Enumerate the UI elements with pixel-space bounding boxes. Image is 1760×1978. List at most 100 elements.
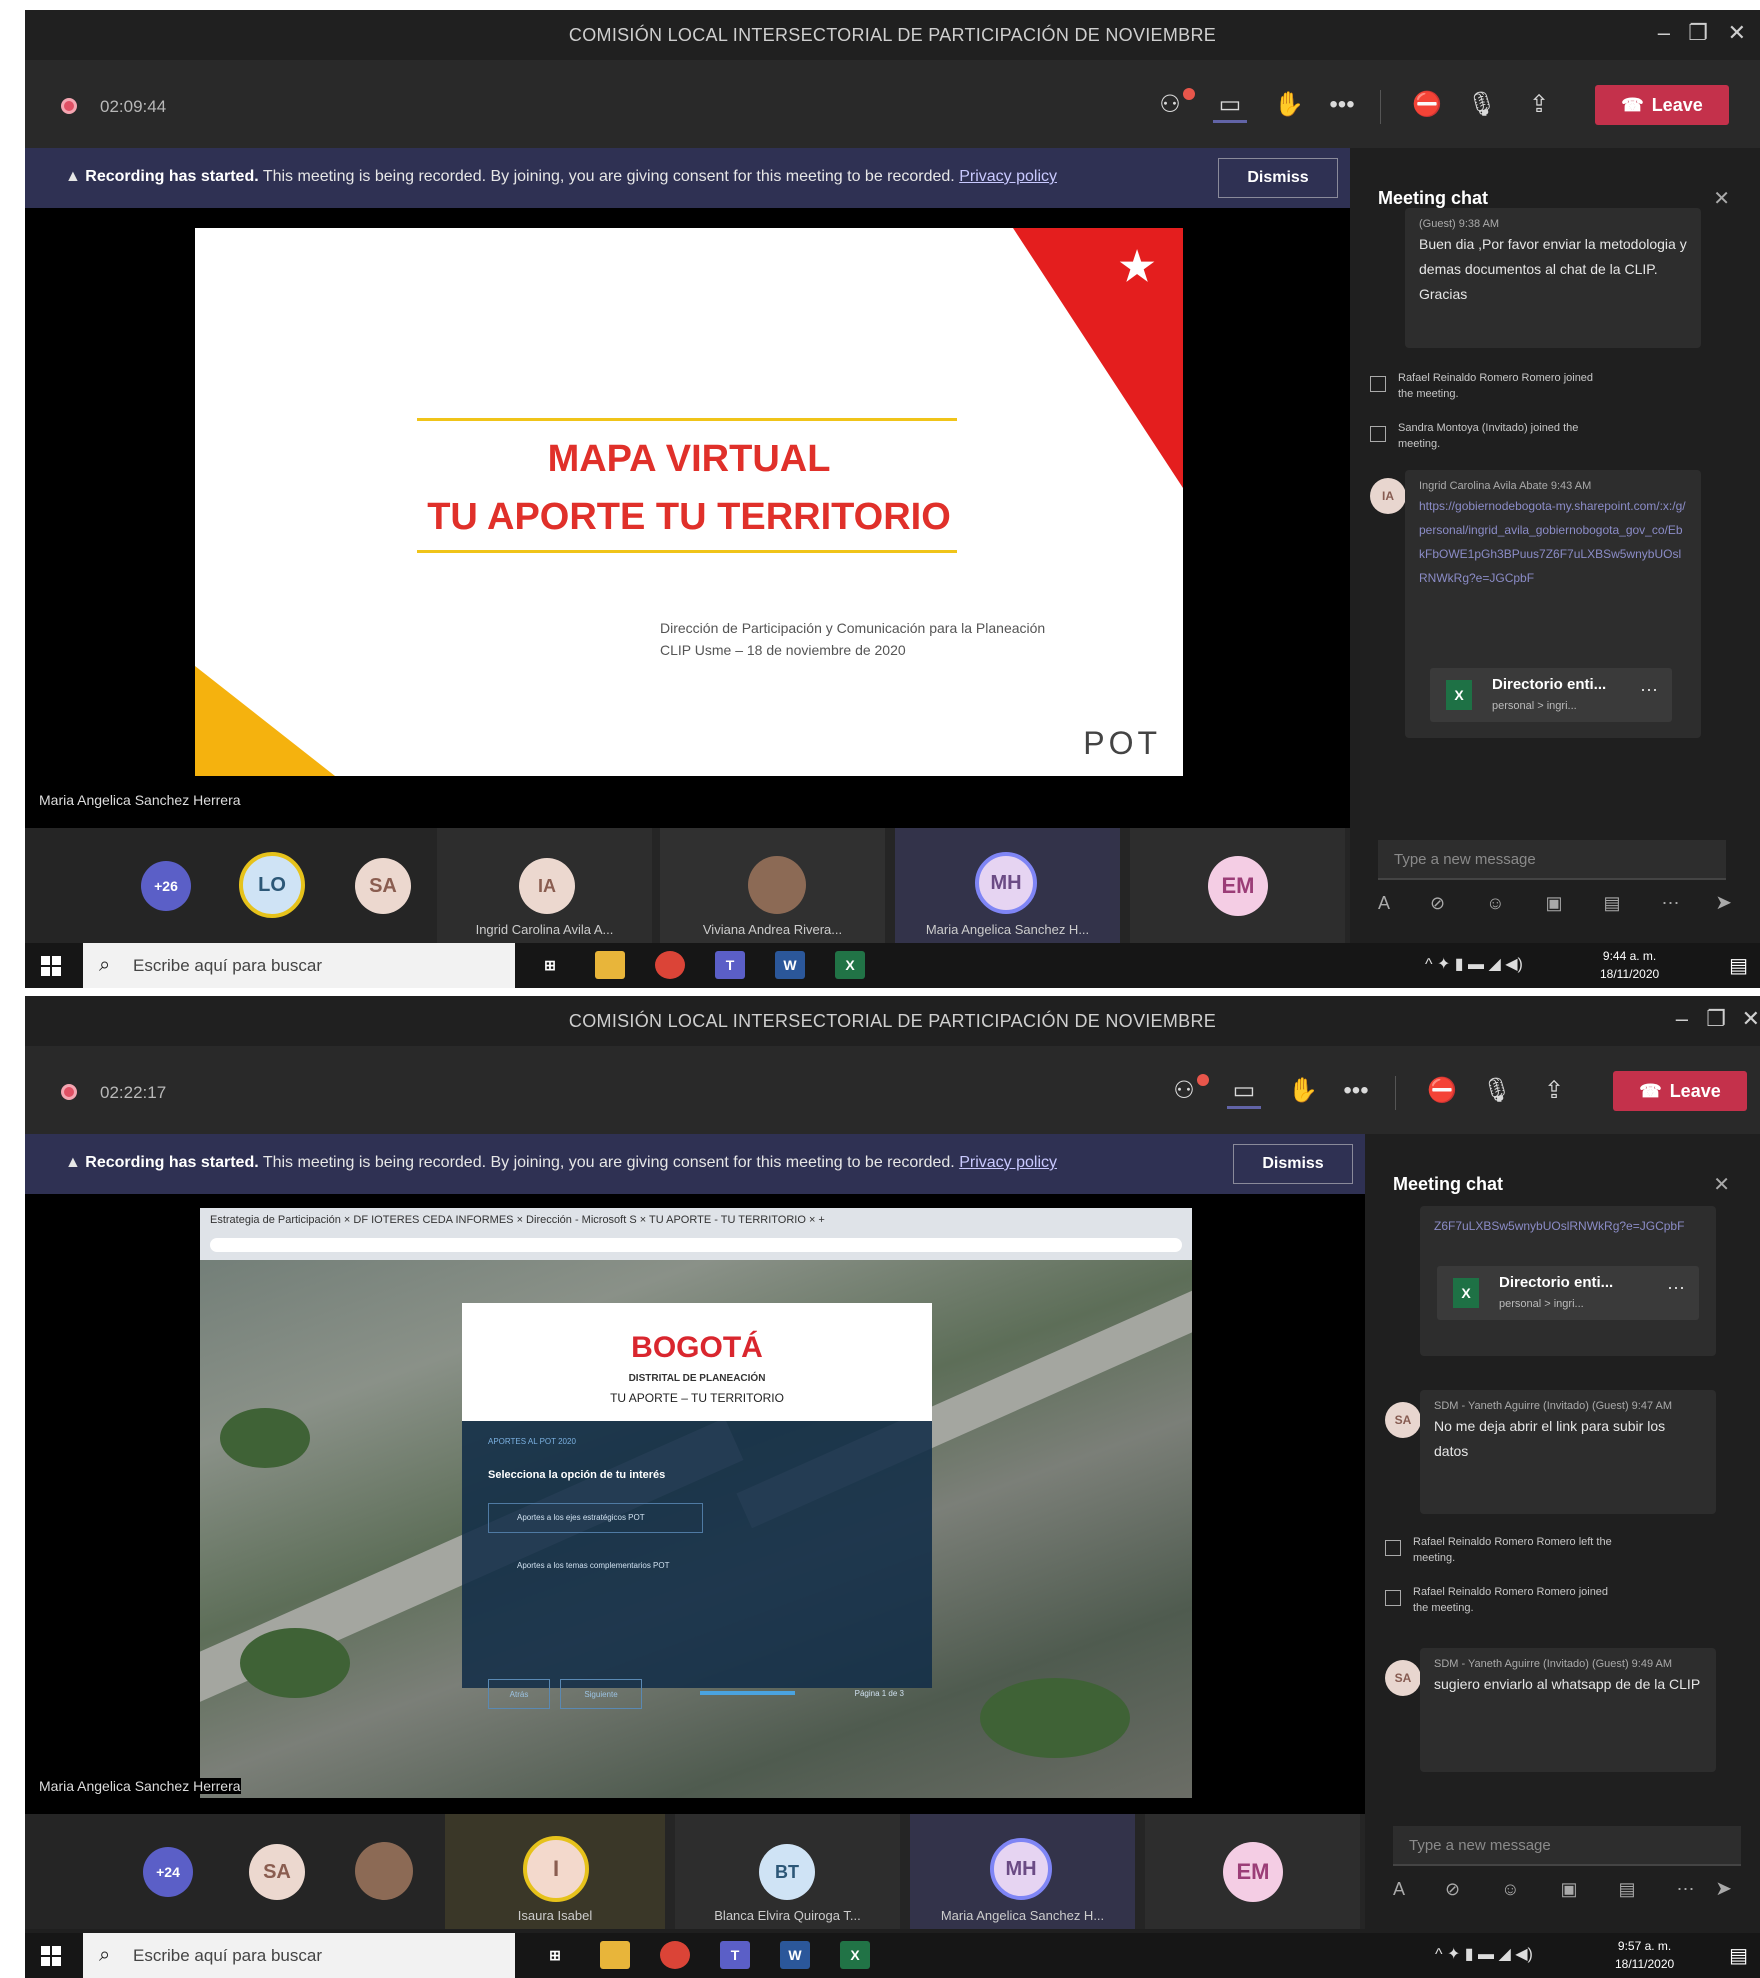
dismiss-button[interactable]: Dismiss: [1218, 158, 1338, 198]
send-icon[interactable]: ➤: [1715, 890, 1732, 915]
close-icon[interactable]: ✕: [1713, 186, 1730, 211]
banner-title: Recording has started.: [85, 1154, 259, 1171]
excel-taskbar-icon[interactable]: X: [840, 1941, 870, 1969]
option-radio[interactable]: Aportes a los temas complementarios POT: [488, 1551, 703, 1581]
chat-icon[interactable]: ▭: [1227, 1076, 1261, 1109]
windows-icon[interactable]: [41, 1946, 61, 1966]
avatar: MH: [975, 852, 1037, 914]
overflow-participants[interactable]: +24: [143, 1847, 193, 1897]
notification-icon[interactable]: ▤: [1729, 953, 1748, 978]
participants-icon[interactable]: ⚇: [1153, 90, 1187, 120]
leave-button[interactable]: ☎ Leave: [1595, 85, 1729, 125]
windows-icon[interactable]: [41, 956, 61, 976]
teams-icon[interactable]: T: [720, 1941, 750, 1969]
address-bar[interactable]: [210, 1238, 1182, 1252]
participant-tile[interactable]: MH Maria Angelica Sanchez H...: [910, 1814, 1135, 1929]
system-tray[interactable]: ^ ✦ ▮ ▬ ◢ ◀): [1425, 954, 1523, 974]
more-icon[interactable]: •••: [1339, 1076, 1373, 1106]
overflow-participants[interactable]: +26: [141, 861, 191, 911]
file-attachment[interactable]: X Directorio enti... personal > ingri...…: [1437, 1266, 1699, 1320]
compose-tools[interactable]: A ⊘ ☺ ▣ ▤ ⋯: [1378, 893, 1698, 914]
avatar[interactable]: LO: [239, 852, 305, 918]
camera-off-icon[interactable]: ⛔: [1425, 1076, 1459, 1106]
chat-link[interactable]: Z6F7uLXBSw5wnybUOslRNWkRg?e=JGCpbF: [1434, 1214, 1702, 1238]
participant-tile[interactable]: BT Blanca Elvira Quiroga T...: [675, 1814, 900, 1929]
participant-tile[interactable]: Viviana Andrea Rivera...: [660, 828, 885, 943]
system-message: Rafael Reinaldo Romero Romero joined the…: [1413, 1586, 1609, 1614]
browser-chrome: Estrategia de Participación × DF IOTERES…: [200, 1208, 1192, 1260]
send-icon[interactable]: ➤: [1715, 1876, 1732, 1901]
share-icon[interactable]: ⇪: [1537, 1076, 1571, 1106]
compose-box[interactable]: Type a new message: [1393, 1826, 1741, 1866]
system-tray[interactable]: ^ ✦ ▮ ▬ ◢ ◀): [1435, 1944, 1533, 1964]
taskbar-search[interactable]: ⌕ Escribe aquí para buscar: [83, 1933, 515, 1978]
chat-icon[interactable]: ▭: [1213, 90, 1247, 123]
file-explorer-icon[interactable]: [600, 1941, 630, 1969]
close-icon[interactable]: ✕: [1713, 1172, 1730, 1197]
privacy-link[interactable]: Privacy policy: [959, 1154, 1057, 1171]
teams-icon[interactable]: T: [715, 951, 745, 979]
chat-link[interactable]: https://gobiernodebogota-my.sharepoint.c…: [1419, 494, 1687, 590]
leave-button[interactable]: ☎ Leave: [1613, 1071, 1747, 1111]
file-attachment[interactable]: X Directorio enti... personal > ingri...…: [1430, 668, 1672, 722]
chrome-icon[interactable]: [655, 951, 685, 979]
avatar[interactable]: SA: [249, 1844, 305, 1900]
dialog-header: BOGOTÁ DISTRITAL DE PLANEACIÓN TU APORTE…: [462, 1303, 932, 1421]
participants-icon[interactable]: ⚇: [1167, 1076, 1201, 1106]
close-window-icon[interactable]: ✕: [1728, 20, 1746, 46]
notification-icon[interactable]: ▤: [1729, 1943, 1748, 1968]
browser-tabs[interactable]: Estrategia de Participación × DF IOTERES…: [210, 1214, 825, 1226]
shared-screen: ★ MAPA VIRTUAL TU APORTE TU TERRITORIO D…: [25, 208, 1350, 828]
raise-hand-icon[interactable]: ✋: [1272, 90, 1306, 120]
participant-tile[interactable]: I Isaura Isabel: [445, 1814, 665, 1929]
maximize-icon[interactable]: ❐: [1688, 20, 1708, 46]
shared-screen: Estrategia de Participación × DF IOTERES…: [25, 1194, 1365, 1814]
task-view-icon[interactable]: ⊞: [535, 951, 565, 979]
minimize-icon[interactable]: –: [1676, 1006, 1688, 1032]
compose-tools[interactable]: A ⊘ ☺ ▣ ▤ ⋯: [1393, 1879, 1713, 1900]
taskbar-clock[interactable]: 9:44 a. m. 18/11/2020: [1600, 947, 1659, 983]
participant-tile[interactable]: EM: [1130, 828, 1345, 943]
participant-tile[interactable]: MH Maria Angelica Sanchez H...: [895, 828, 1120, 943]
option-radio[interactable]: Aportes a los ejes estratégicos POT: [488, 1503, 703, 1533]
task-view-icon[interactable]: ⊞: [540, 1941, 570, 1969]
system-message: Rafael Reinaldo Romero Romero joined the…: [1398, 372, 1594, 400]
camera-off-icon[interactable]: ⛔: [1410, 90, 1444, 120]
participant-name: Isaura Isabel: [517, 1908, 593, 1923]
mic-off-icon[interactable]: 🎙: [1465, 90, 1499, 120]
taskbar-search[interactable]: ⌕ Escribe aquí para buscar: [83, 943, 515, 988]
raise-hand-icon[interactable]: ✋: [1286, 1076, 1320, 1106]
close-window-icon[interactable]: ✕: [1742, 1006, 1760, 1032]
warning-icon: ▲: [65, 168, 86, 185]
avatar[interactable]: SA: [355, 858, 411, 914]
maximize-icon[interactable]: ❐: [1706, 1006, 1726, 1032]
shared-browser-window: Estrategia de Participación × DF IOTERES…: [200, 1208, 1192, 1798]
more-icon[interactable]: ⋯: [1640, 680, 1658, 701]
word-icon[interactable]: W: [775, 951, 805, 979]
more-icon[interactable]: •••: [1325, 90, 1359, 120]
compose-box[interactable]: Type a new message: [1378, 840, 1726, 880]
back-button[interactable]: Atrás: [488, 1679, 550, 1709]
minimize-icon[interactable]: –: [1658, 20, 1670, 46]
participant-strip: +26 LO SA IA Ingrid Carolina Avila A... …: [25, 828, 1350, 943]
search-icon: ⌕: [99, 954, 111, 976]
mic-off-icon[interactable]: 🎙: [1480, 1076, 1514, 1106]
dismiss-button[interactable]: Dismiss: [1233, 1144, 1353, 1184]
word-icon[interactable]: W: [780, 1941, 810, 1969]
video-thumbnail: [748, 856, 806, 914]
share-icon[interactable]: ⇪: [1522, 90, 1556, 120]
chat-message: (Guest) 9:38 AM Buen dia ,Por favor envi…: [1405, 208, 1701, 348]
slide-yellow-corner: [195, 666, 335, 776]
video-thumbnail[interactable]: [355, 1842, 413, 1900]
file-explorer-icon[interactable]: [595, 951, 625, 979]
more-icon[interactable]: ⋯: [1667, 1278, 1685, 1299]
participant-tile[interactable]: EM: [1145, 1814, 1360, 1929]
windows-taskbar: ⌕ Escribe aquí para buscar ⊞ T W X ^ ✦ ▮ …: [25, 1933, 1760, 1978]
excel-taskbar-icon[interactable]: X: [835, 951, 865, 979]
participant-tile[interactable]: IA Ingrid Carolina Avila A...: [437, 828, 652, 943]
chrome-icon[interactable]: [660, 1941, 690, 1969]
taskbar-clock[interactable]: 9:57 a. m. 18/11/2020: [1615, 1937, 1674, 1973]
next-button[interactable]: Siguiente: [560, 1679, 642, 1709]
participant-name: Ingrid Carolina Avila A...: [475, 922, 614, 937]
privacy-link[interactable]: Privacy policy: [959, 168, 1057, 185]
